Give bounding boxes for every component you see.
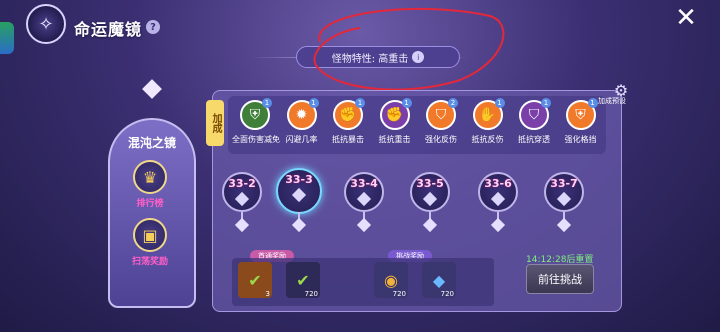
mirror-top-ornament <box>142 79 162 99</box>
stage-gem-icon <box>291 187 307 203</box>
stage-code: 33-6 <box>484 177 512 190</box>
stage-node[interactable]: 33-4 <box>344 172 384 212</box>
help-icon[interactable]: ? <box>146 20 160 34</box>
bonus-shield-icon: ✊ 1 <box>379 98 412 130</box>
bonus-level: 1 <box>587 98 598 108</box>
reward-item[interactable]: ◉ 720 <box>374 262 408 298</box>
mirror-title: 混沌之镜 <box>127 136 176 150</box>
chest-icon[interactable]: ▣ <box>133 218 167 252</box>
bonus-level: 1 <box>541 98 551 108</box>
bonus-name: 抵抗重击 <box>378 135 411 144</box>
bonus-name: 闪避几率 <box>285 135 318 144</box>
stage-node[interactable]: 33-5 <box>410 172 450 212</box>
bonus-tag: 加成 <box>206 100 224 146</box>
stage-gem-icon <box>556 191 572 207</box>
bonus-shield-icon: ⛨ 1 <box>565 98 598 130</box>
bonus-item[interactable]: ⛨ 1 全面伤害减免 <box>232 98 280 145</box>
bonus-level: 1 <box>308 98 319 108</box>
bonus-shield-icon: ⛉ 1 <box>519 98 551 130</box>
stage-code: 33-4 <box>350 177 378 190</box>
bonus-shield-icon: ✋ 1 <box>472 98 505 130</box>
bonus-name: 抵抗穿透 <box>518 135 550 144</box>
monster-trait-banner[interactable]: 怪物特性: 高重击 i <box>296 46 460 68</box>
bonus-item[interactable]: ✹ 1 闪避几率 <box>279 98 325 145</box>
check-badge-icon: ✔ <box>248 270 262 290</box>
bonus-level: 1 <box>401 98 412 108</box>
stage-code: 33-3 <box>285 173 313 186</box>
side-tab[interactable] <box>0 22 14 54</box>
reward-qty: 720 <box>304 290 318 298</box>
bonus-name: 抵抗反伤 <box>471 135 504 144</box>
mirror-crest-icon: ✧ <box>26 4 66 44</box>
bonus-item[interactable]: ✊ 1 抵抗重击 <box>372 98 418 145</box>
stage-gem-icon <box>490 191 506 207</box>
bonus-shield-icon: ⛉ 2 <box>426 98 458 130</box>
bonus-level: 2 <box>448 98 458 108</box>
reward-qty: 3 <box>265 290 270 298</box>
reward-qty: 720 <box>440 290 454 298</box>
stage-gem-icon <box>422 191 438 207</box>
bonus-name: 强化格挡 <box>564 135 597 144</box>
bonus-name: 抵抗暴击 <box>332 135 364 144</box>
monster-trait-label: 怪物特性: 高重击 <box>331 53 409 65</box>
bonus-shield-icon: ✊ 1 <box>333 98 365 130</box>
sweep-reward-label[interactable]: 扫荡奖励 <box>120 254 180 267</box>
stage-gem-icon <box>356 191 372 207</box>
reward-qty: 720 <box>392 290 406 298</box>
stage-node[interactable]: 33-3 <box>276 168 322 214</box>
bonus-level: 1 <box>355 98 365 108</box>
stage-code: 33-5 <box>416 177 444 190</box>
bonus-shield-icon: ✹ 1 <box>286 98 319 130</box>
stage-code: 33-2 <box>228 177 256 190</box>
bonus-item[interactable]: ⛉ 1 抵抗穿透 <box>511 98 557 145</box>
bonus-shield-icon: ⛨ 1 <box>240 98 272 130</box>
stage-node[interactable]: 33-7 <box>544 172 584 212</box>
bonus-level: 1 <box>262 98 272 108</box>
reward-item[interactable]: ◆ 720 <box>422 262 456 298</box>
trophy-icon[interactable]: ♛ <box>133 160 167 194</box>
reward-item[interactable]: ✔ 720 <box>286 262 320 298</box>
reward-item[interactable]: ✔ 3 <box>238 262 272 298</box>
bonus-name: 强化反伤 <box>425 135 457 144</box>
check-coin-icon: ✔ <box>296 270 310 290</box>
go-challenge-button[interactable]: 前往挑战 <box>526 264 594 294</box>
stage-code: 33-7 <box>550 177 578 190</box>
bonus-item[interactable]: ✊ 1 抵抗暴击 <box>325 98 371 145</box>
bonus-item[interactable]: ✋ 1 抵抗反伤 <box>465 98 511 145</box>
bonus-name: 全面伤害减免 <box>232 135 280 144</box>
stage-gem-icon <box>234 191 250 207</box>
gold-coin-icon: ◉ <box>384 270 398 290</box>
close-button[interactable]: ✕ <box>672 4 700 32</box>
stage-node[interactable]: 33-6 <box>478 172 518 212</box>
leaderboard-label[interactable]: 排行榜 <box>120 196 180 209</box>
info-icon[interactable]: i <box>412 51 425 63</box>
bonus-item[interactable]: ⛉ 2 强化反伤 <box>418 98 464 145</box>
page-title: 命运魔镜 <box>74 20 143 39</box>
bonus-level: 1 <box>494 98 505 108</box>
bonus-item[interactable]: ⛨ 1 强化格挡 <box>558 98 604 145</box>
blue-crystal-icon: ◆ <box>432 270 446 290</box>
stage-node[interactable]: 33-2 <box>222 172 262 212</box>
